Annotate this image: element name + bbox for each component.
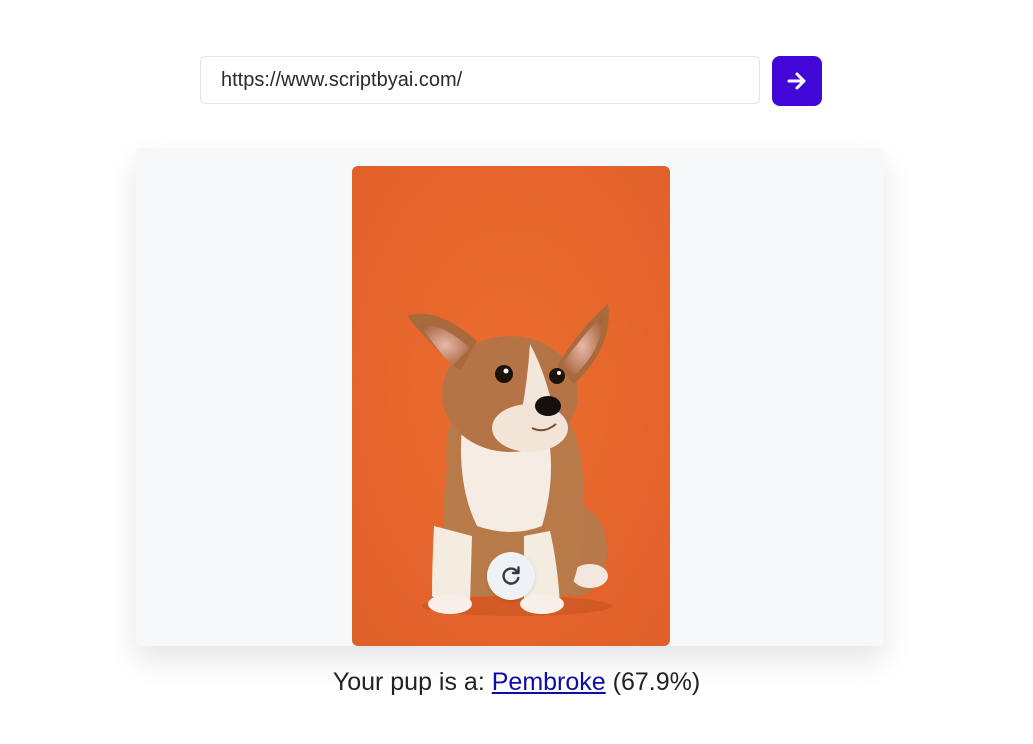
url-input[interactable] [200, 56, 760, 104]
confidence-value: (67.9%) [612, 668, 701, 696]
breed-link[interactable]: Pembroke [492, 668, 606, 696]
go-button[interactable] [772, 56, 822, 106]
result-text: Your pup is a: Pembroke (67.9%) [0, 668, 1033, 697]
refresh-icon [502, 566, 520, 585]
result-prefix: Your pup is a: [332, 668, 485, 696]
arrow-right-icon [787, 72, 806, 90]
refresh-button[interactable] [487, 552, 535, 600]
